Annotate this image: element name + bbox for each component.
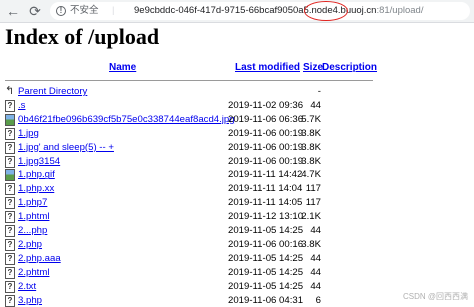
unknown-file-icon: ?	[5, 295, 15, 307]
parent-directory-row: ↰Parent Directory -	[0, 85, 474, 99]
page-title: Index of /upload	[5, 24, 159, 50]
last-modified: 2019-11-11 14:05	[228, 196, 302, 210]
file-size: 44	[300, 224, 321, 238]
reload-icon[interactable]: ⟳	[26, 2, 44, 20]
unknown-file-icon: ?	[5, 239, 15, 251]
unknown-file-icon: ?	[5, 156, 15, 168]
image-file-icon	[5, 169, 15, 181]
file-size: 44	[300, 266, 321, 280]
file-size: 3.8K	[300, 127, 321, 141]
file-row: ?1.phtml 2019-11-12 13:102.1K	[0, 210, 474, 224]
file-size: -	[300, 85, 321, 99]
unknown-file-icon: ?	[5, 142, 15, 154]
file-link[interactable]: 2.php.aaa	[18, 252, 61, 266]
url-path: /upload/	[390, 5, 424, 16]
file-row: ?2.phtml 2019-11-05 14:2544	[0, 266, 474, 280]
back-icon: ↰	[5, 86, 15, 98]
file-row: ?1.php7 2019-11-11 14:05117	[0, 196, 474, 210]
sort-by-size-link[interactable]: Size	[303, 62, 323, 73]
unknown-file-icon: ?	[5, 183, 15, 195]
file-size: 3.8K	[300, 155, 321, 169]
file-row: ?1.jpg 2019-11-06 00:193.8K	[0, 127, 474, 141]
file-size: 3.8K	[300, 238, 321, 252]
file-row: ?2...php 2019-11-05 14:2544	[0, 224, 474, 238]
red-annotation-circle	[304, 1, 348, 21]
browser-address-bar: ← ⟳ ! 不安全 | 9e9cbddc-046f-417d-9715-66bc…	[0, 0, 474, 23]
file-link[interactable]: 1.php.xx	[18, 182, 54, 196]
file-row: ?.s 2019-11-02 09:3644	[0, 99, 474, 113]
file-link[interactable]: 1.phtml	[18, 210, 49, 224]
sort-by-modified-link[interactable]: Last modified	[235, 62, 300, 73]
file-size: 6	[300, 294, 321, 307]
unknown-file-icon: ?	[5, 211, 15, 223]
unknown-file-icon: ?	[5, 197, 15, 209]
last-modified: 2019-11-02 09:36	[228, 99, 303, 113]
file-link[interactable]: 2...php	[18, 224, 47, 238]
security-label: 不安全	[70, 2, 99, 20]
unknown-file-icon: ?	[5, 281, 15, 293]
file-size: 4.7K	[300, 168, 321, 182]
file-row: ?2.php.aaa 2019-11-05 14:2544	[0, 252, 474, 266]
url-text: 9e9cbddc-046f-417d-9715-66bcaf9050a5.nod…	[134, 2, 423, 20]
file-row: ?1.jpg' and sleep(5) -- + 2019-11-06 00:1…	[0, 141, 474, 155]
last-modified: 2019-11-06 04:31	[228, 294, 303, 307]
file-row: 1.php.gif 2019-11-11 14:424.7K	[0, 168, 474, 182]
last-modified: 2019-11-05 14:25	[228, 266, 303, 280]
file-link[interactable]: 3.php	[18, 294, 42, 307]
last-modified: 2019-11-06 06:36	[228, 113, 303, 127]
file-size: 117	[300, 182, 321, 196]
file-link[interactable]: 1.php7	[18, 196, 47, 210]
file-size: 5.7K	[300, 113, 321, 127]
file-size: 117	[300, 196, 321, 210]
file-link[interactable]: 1.jpg	[18, 127, 39, 141]
file-link[interactable]: .s	[18, 99, 25, 113]
file-row: 0b46f21fbe096b639cf5b75e0c338744eaf8acd4…	[0, 113, 474, 127]
back-arrow-icon[interactable]: ←	[4, 2, 22, 20]
file-size: 44	[300, 252, 321, 266]
file-link[interactable]: 1.jpg3154	[18, 155, 60, 169]
parent-directory-link[interactable]: Parent Directory	[18, 85, 87, 99]
file-link[interactable]: 1.php.gif	[18, 168, 55, 182]
file-size: 2.1K	[300, 210, 321, 224]
image-file-icon	[5, 114, 15, 126]
file-link[interactable]: 2.php	[18, 238, 42, 252]
file-row: ?2.php 2019-11-06 00:163.8K	[0, 238, 474, 252]
last-modified: 2019-11-06 00:19	[228, 127, 303, 141]
file-link[interactable]: 1.jpg' and sleep(5) -- +	[18, 141, 114, 155]
file-size: 44	[300, 99, 321, 113]
last-modified: 2019-11-11 14:04	[228, 182, 302, 196]
unknown-file-icon: ?	[5, 100, 15, 112]
file-link[interactable]: 2.txt	[18, 280, 36, 294]
last-modified: 2019-11-06 00:19	[228, 155, 303, 169]
url-port: :81	[376, 5, 389, 16]
header-divider	[5, 80, 373, 81]
sort-by-name-link[interactable]: Name	[109, 62, 136, 73]
file-size: 3.8K	[300, 141, 321, 155]
file-link[interactable]: 2.phtml	[18, 266, 49, 280]
warning-icon: !	[56, 6, 66, 16]
last-modified: 2019-11-06 00:16	[228, 238, 303, 252]
separator: |	[112, 2, 114, 20]
last-modified: 2019-11-05 14:25	[228, 280, 303, 294]
unknown-file-icon: ?	[5, 253, 15, 265]
watermark: CSDN @回西西满	[403, 291, 468, 302]
file-row: ?1.jpg3154 2019-11-06 00:193.8K	[0, 155, 474, 169]
last-modified: 2019-11-11 14:42	[228, 168, 302, 182]
unknown-file-icon: ?	[5, 225, 15, 237]
file-link[interactable]: 0b46f21fbe096b639cf5b75e0c338744eaf8acd4…	[18, 113, 235, 127]
url-omnibox[interactable]: ! 不安全 | 9e9cbddc-046f-417d-9715-66bcaf90…	[50, 2, 470, 20]
last-modified: 2019-11-05 14:25	[228, 252, 303, 266]
last-modified: 2019-11-12 13:10	[228, 210, 303, 224]
file-row: ?1.php.xx 2019-11-11 14:04117	[0, 182, 474, 196]
unknown-file-icon: ?	[5, 128, 15, 140]
sort-by-description-link[interactable]: Description	[322, 62, 377, 73]
file-size: 44	[300, 280, 321, 294]
last-modified: 2019-11-05 14:25	[228, 224, 303, 238]
last-modified: 2019-11-06 00:19	[228, 141, 303, 155]
unknown-file-icon: ?	[5, 267, 15, 279]
